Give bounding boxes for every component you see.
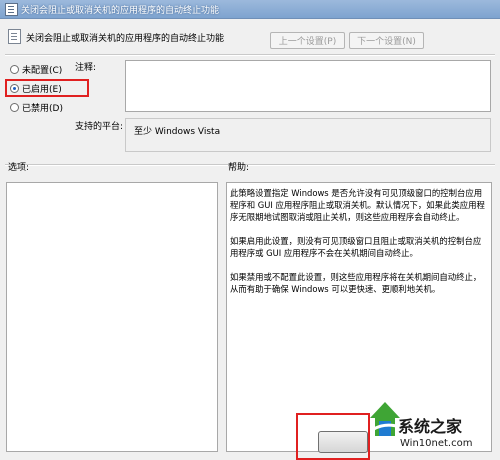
house-logo-icon <box>370 402 401 436</box>
platform-value: 至少 Windows Vista <box>134 127 221 137</box>
policy-setting-icon <box>8 29 21 44</box>
watermark-url: Win10net.com <box>400 438 473 449</box>
radio-label: 未配置(C) <box>22 66 63 76</box>
section-divider <box>5 164 495 166</box>
site-watermark: 系统之家 Win10net.com <box>368 398 500 460</box>
ok-button[interactable] <box>318 431 368 453</box>
radio-button[interactable] <box>10 84 19 93</box>
radio-button[interactable] <box>10 65 19 74</box>
radio-disabled[interactable]: 已禁用(D) <box>10 101 63 115</box>
next-setting-button[interactable]: 下一个设置(N) <box>349 32 424 49</box>
dialog-content: 关闭会阻止或取消关机的应用程序的自动终止功能 上一个设置(P) 下一个设置(N)… <box>0 19 500 460</box>
header-divider <box>5 54 495 56</box>
help-label: 帮助: <box>228 163 250 173</box>
help-paragraph: 如果禁用或不配置此设置，则这些应用程序将在关机期间自动终止，从而有助于确保 Wi… <box>230 272 482 294</box>
radio-label: 已禁用(D) <box>22 104 63 114</box>
watermark-brand: 系统之家 <box>398 417 463 436</box>
policy-setting-window: 关闭会阻止或取消关机的应用程序的自动终止功能 关闭会阻止或取消关机的应用程序的自… <box>0 0 500 460</box>
options-panel[interactable] <box>6 182 218 452</box>
setting-title: 关闭会阻止或取消关机的应用程序的自动终止功能 <box>26 34 225 44</box>
policy-document-icon <box>5 3 18 16</box>
title-bar[interactable]: 关闭会阻止或取消关机的应用程序的自动终止功能 <box>0 0 500 19</box>
radio-not-configured[interactable]: 未配置(C) <box>10 63 62 77</box>
options-label: 选项: <box>8 163 30 173</box>
platform-field: 至少 Windows Vista <box>125 118 491 152</box>
window-title: 关闭会阻止或取消关机的应用程序的自动终止功能 <box>21 6 220 16</box>
previous-setting-button[interactable]: 上一个设置(P) <box>270 32 345 49</box>
comment-textarea[interactable] <box>125 60 491 112</box>
help-paragraph: 如果启用此设置，则没有可见顶级窗口且阻止或取消关机的控制台应用程序或 GUI 应… <box>230 236 482 258</box>
help-paragraph: 此策略设置指定 Windows 是否允许没有可见顶级窗口的控制台应用程序和 GU… <box>230 188 485 222</box>
radio-label: 已启用(E) <box>22 85 62 95</box>
platform-label: 支持的平台: <box>75 122 124 132</box>
radio-enabled[interactable]: 已启用(E) <box>10 82 62 96</box>
comment-label: 注释: <box>75 63 97 73</box>
radio-button[interactable] <box>10 103 19 112</box>
